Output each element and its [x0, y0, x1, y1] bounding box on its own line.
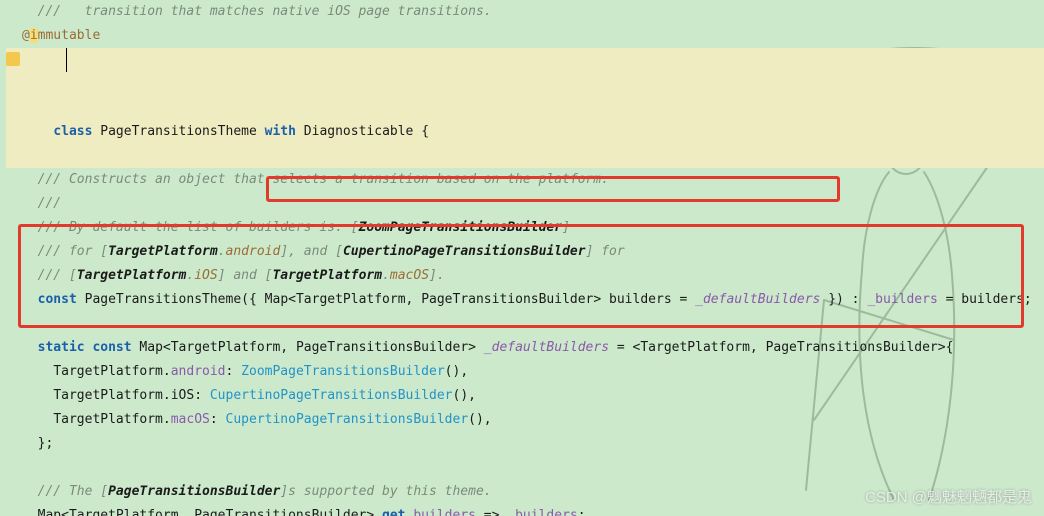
keyword-class: class [53, 124, 92, 139]
code-line: /// transition that matches native iOS p… [6, 0, 1044, 24]
code-line-current: class PageTransitionsTheme with Diagnost… [6, 48, 1044, 168]
class-ref: CupertinoPageTransitionsBuilder [226, 412, 469, 427]
text-caret [66, 48, 67, 72]
code-line: /// [TargetPlatform.iOS] and [TargetPlat… [6, 264, 1044, 288]
code-line: TargetPlatform.android: ZoomPageTransiti… [6, 360, 1044, 384]
private-ref: _defaultBuilders [695, 292, 820, 307]
doc-link[interactable]: TargetPlatform [272, 268, 382, 283]
code-line: static const Map<TargetPlatform, PageTra… [6, 336, 1044, 360]
doc-comment: /// transition that matches native iOS p… [38, 4, 492, 19]
doc-link[interactable]: PageTransitionsBuilder [108, 484, 280, 499]
code-line: /// Constructs an object that selects a … [6, 168, 1044, 192]
code-line: @immutable [6, 24, 1044, 48]
doc-link[interactable]: ZoomPageTransitionsBuilder [359, 220, 563, 235]
doc-link[interactable]: TargetPlatform [108, 244, 218, 259]
doc-link[interactable]: iOS [194, 268, 217, 283]
code-line: /// The [PageTransitionsBuilder]s suppor… [6, 480, 1044, 504]
keyword-static: static [38, 340, 85, 355]
code-line: TargetPlatform.iOS: CupertinoPageTransit… [6, 384, 1044, 408]
keyword-const: const [38, 292, 77, 307]
code-line: }; [6, 432, 1044, 456]
doc-link[interactable]: android [226, 244, 281, 259]
class-ref: CupertinoPageTransitionsBuilder [210, 388, 453, 403]
code-line: Map<TargetPlatform, PageTransitionsBuild… [6, 504, 1044, 516]
keyword-with: with [265, 124, 296, 139]
doc-comment: /// By default the list of builders is: [38, 220, 351, 235]
code-line: /// By default the list of builders is: … [6, 216, 1044, 240]
doc-link[interactable]: macOS [390, 268, 429, 283]
private-ref: _defaultBuilders [484, 340, 609, 355]
code-line: TargetPlatform.macOS: CupertinoPageTrans… [6, 408, 1044, 432]
code-editor[interactable]: /// transition that matches native iOS p… [0, 0, 1044, 516]
annotation-immutable: @immutable [22, 28, 100, 43]
doc-link[interactable]: CupertinoPageTransitionsBuilder [343, 244, 586, 259]
doc-comment: /// Constructs an object that selects a … [38, 172, 609, 187]
mixin-name: Diagnosticable [304, 124, 414, 139]
code-line-blank [6, 312, 1044, 336]
keyword-get: get [382, 508, 405, 516]
code-line: const PageTransitionsTheme({ Map<TargetP… [6, 288, 1044, 312]
class-ref: ZoomPageTransitionsBuilder [241, 364, 445, 379]
code-line-blank [6, 456, 1044, 480]
class-name: PageTransitionsTheme [100, 124, 257, 139]
gutter-warning-icon[interactable] [6, 52, 20, 66]
code-line: /// for [TargetPlatform.android], and [C… [6, 240, 1044, 264]
doc-link[interactable]: TargetPlatform [77, 268, 187, 283]
doc-comment: /// [38, 196, 61, 211]
code-line: /// [6, 192, 1044, 216]
keyword-const: const [92, 340, 131, 355]
